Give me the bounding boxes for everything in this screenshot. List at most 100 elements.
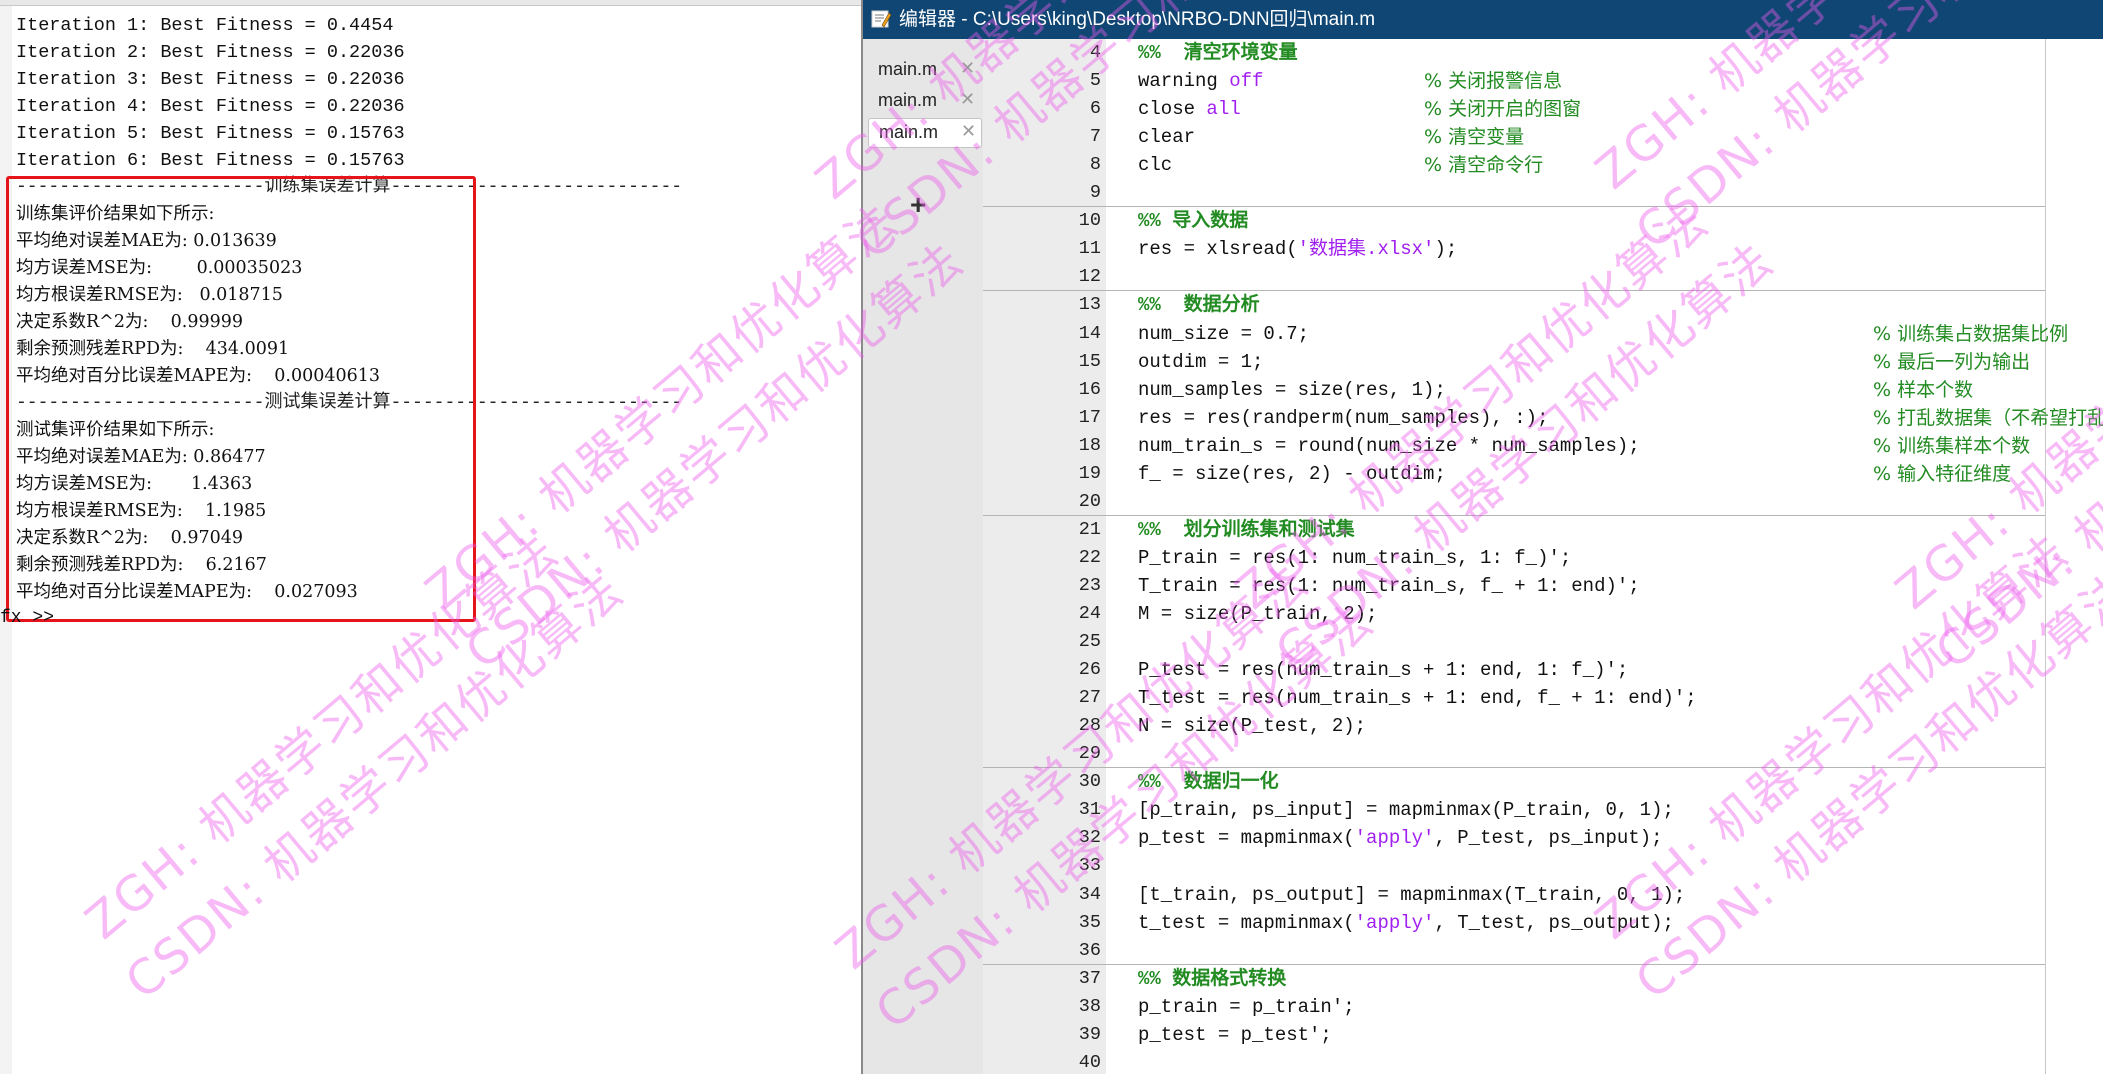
line-number: 29 [1078,743,1101,765]
code-line[interactable]: 35 t_test = mapminmax('apply', T_test, ps… [863,909,2103,937]
code-line[interactable]: 4 %% 清空环境变量 [863,39,2103,67]
line-number: 24 [1078,603,1101,624]
code-line[interactable]: 13 %% 数据分析 [863,291,2103,319]
cell-title[interactable]: %% 划分训练集和测试集 [1138,516,1355,544]
code-text[interactable]: P_test = res(num_train_s + 1: end, 1: f_… [1138,656,1628,684]
code-text[interactable]: T_train = res(1: num_train_s, f_ + 1: en… [1138,572,1640,600]
code-text[interactable]: [t_train, ps_output] = mapminmax(T_train… [1138,881,1685,909]
code-line[interactable]: 23 T_train = res(1: num_train_s, f_ + 1: … [863,572,2103,600]
code-line[interactable]: 27 T_test = res(num_train_s + 1: end, f_ … [863,684,2103,712]
code-text[interactable]: outdim = 1; [1138,348,1263,376]
line-number: 11 [1078,238,1101,260]
code-line[interactable]: 36 [863,937,2103,965]
code-line[interactable]: 21 %% 划分训练集和测试集 [863,516,2103,544]
code-text[interactable]: f_ = size(res, 2) - outdim; [1138,460,1446,488]
code-line[interactable]: 33 [863,852,2103,880]
code-comment: % 清空命令行 [1424,154,1544,177]
code-line[interactable]: 20 [863,488,2103,516]
code-text[interactable]: res = res(randperm(num_samples), :); [1138,404,1548,432]
code-text[interactable]: [p_train, ps_input] = mapminmax(P_train,… [1138,796,1674,824]
code-line[interactable]: 22 P_train = res(1: num_train_s, 1: f_)'; [863,544,2103,572]
cell-title[interactable]: %% 数据分析 [1138,291,1260,319]
output-line: Iteration 2: Best Fitness = 0.22036 [16,42,405,63]
code-line[interactable]: 15 outdim = 1; % 最后一列为输出 [863,348,2103,376]
cell-title[interactable]: %% 数据格式转换 [1138,965,1286,993]
code-line[interactable]: 10 %% 导入数据 [863,207,2103,235]
code-text[interactable]: M = size(P_train, 2); [1138,600,1377,628]
line-number: 17 [1078,406,1101,428]
code-line[interactable]: 26 P_test = res(num_train_s + 1: end, 1: … [863,656,2103,684]
code-line[interactable]: 12 [863,263,2103,291]
code-text[interactable]: P_train = res(1: num_train_s, 1: f_)'; [1138,544,1571,572]
code-text[interactable]: num_samples = size(res, 1); [1138,376,1446,404]
code-text[interactable]: p_train = p_train'; [1138,993,1355,1021]
code-line[interactable]: 14 num_size = 0.7; % 训练集占数据集比例 [863,320,2103,348]
code-text[interactable]: p_test = p_test'; [1138,1021,1332,1049]
code-line[interactable]: 5 warning off % 关闭报警信息 [863,67,2103,95]
code-text[interactable]: clear [1138,123,1195,151]
editor-title-bar[interactable]: 编辑器 - C:\Users\king\Desktop\NRBO-DNN回归\m… [863,0,2103,39]
line-number: 39 [1078,1023,1101,1045]
code-text[interactable]: p_test = mapminmax('apply', P_test, ps_i… [1138,824,1663,852]
output-line: Iteration 1: Best Fitness = 0.4454 [16,15,394,36]
code-line[interactable]: 7 clear % 清空变量 [863,123,2103,151]
code-line[interactable]: 37 %% 数据格式转换 [863,965,2103,993]
line-number: 20 [1078,490,1101,512]
cell-title[interactable]: %% 清空环境变量 [1138,39,1298,67]
line-number: 25 [1078,631,1101,653]
code-line[interactable]: 18 num_train_s = round(num_size * num_sam… [863,432,2103,460]
line-number: 7 [1089,126,1101,148]
cell-divider [983,290,2045,292]
code-line[interactable]: 11 res = xlsread('数据集.xlsx'); [863,235,2103,263]
code-comment: % 打乱数据集（不希望打乱时，注释该行） [1873,406,2103,429]
code-line[interactable]: 17 res = res(randperm(num_samples), :); % … [863,404,2103,432]
code-text[interactable]: N = size(P_test, 2); [1138,712,1366,740]
code-line[interactable]: 30 %% 数据归一化 [863,768,2103,796]
code-text[interactable]: close all [1138,95,1241,123]
code-comment: % 关闭报警信息 [1424,70,1563,93]
code-comment: % 训练集样本个数 [1873,434,2031,457]
line-number: 40 [1078,1051,1101,1073]
code-text[interactable]: T_test = res(num_train_s + 1: end, f_ + … [1138,684,1697,712]
cell-title[interactable]: %% 导入数据 [1138,207,1248,235]
code-line[interactable]: 32 p_test = mapminmax('apply', P_test, ps… [863,824,2103,852]
code-line[interactable]: 9 [863,179,2103,207]
code-line[interactable]: 6 close all % 关闭开启的图窗 [863,95,2103,123]
code-line[interactable]: 29 [863,740,2103,768]
code-text[interactable]: num_size = 0.7; [1138,320,1309,348]
code-line[interactable]: 16 num_samples = size(res, 1); % 样本个数 [863,376,2103,404]
code-line[interactable]: 38 p_train = p_train'; [863,993,2103,1021]
code-text[interactable]: t_test = mapminmax('apply', T_test, ps_o… [1138,909,1674,937]
code-text[interactable]: res = xlsread('数据集.xlsx'); [1138,235,1457,263]
line-number: 30 [1078,771,1101,793]
code-text[interactable]: num_train_s = round(num_size * num_sampl… [1138,432,1640,460]
code-line[interactable]: 8 clc % 清空命令行 [863,151,2103,179]
cell-divider [983,514,2045,516]
command-prompt[interactable]: fx >> [0,608,54,628]
line-number: 26 [1078,659,1101,681]
command-window[interactable]: Iteration 1: Best Fitness = 0.4454 Iterat… [0,0,861,1074]
code-comment: % 训练集占数据集比例 [1873,322,2069,345]
code-line[interactable]: 19 f_ = size(res, 2) - outdim; % 输入特征维度 [863,460,2103,488]
code-line[interactable]: 34 [t_train, ps_output] = mapminmax(T_tra… [863,881,2103,909]
line-number: 19 [1078,462,1101,484]
output-line: Iteration 3: Best Fitness = 0.22036 [16,69,405,90]
line-number: 14 [1078,322,1101,344]
code-text[interactable]: clc [1138,151,1172,179]
line-number: 21 [1078,518,1101,540]
code-line[interactable]: 40 [863,1049,2103,1074]
line-number: 28 [1078,715,1101,737]
code-text[interactable]: warning off [1138,67,1263,95]
code-line[interactable]: 25 [863,628,2103,656]
highlight-box [6,176,476,622]
cell-title[interactable]: %% 数据归一化 [1138,768,1279,796]
command-window-top-border [0,0,861,6]
line-number: 15 [1078,350,1101,372]
code-line[interactable]: 28 N = size(P_test, 2); [863,712,2103,740]
code-line[interactable]: 39 p_test = p_test'; [863,1021,2103,1049]
code-line[interactable]: 24 M = size(P_train, 2); [863,600,2103,628]
code-line[interactable]: 31 [p_train, ps_input] = mapminmax(P_trai… [863,796,2103,824]
line-number: 34 [1078,883,1101,905]
editor-window[interactable]: 编辑器 - C:\Users\king\Desktop\NRBO-DNN回归\m… [861,0,2103,1074]
line-number: 10 [1078,210,1101,232]
